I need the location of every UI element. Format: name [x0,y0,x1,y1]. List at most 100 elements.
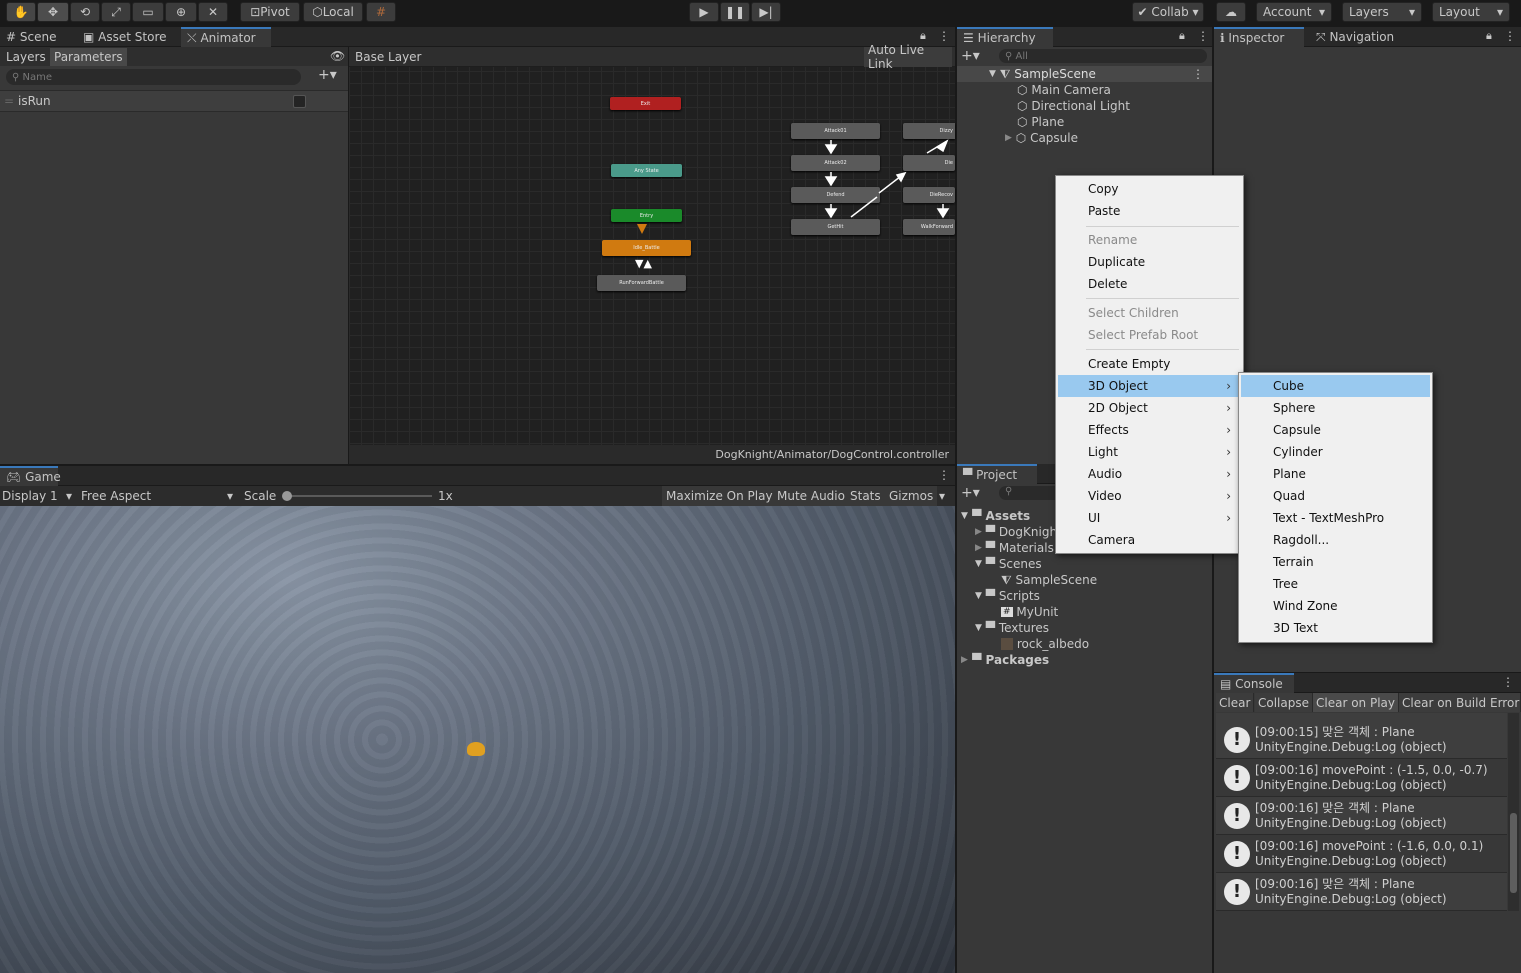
project-folder[interactable]: ▼ ▀ Scenes [957,556,1042,572]
hierarchy-item[interactable]: ▶ ⬡ Capsule [957,130,1078,146]
aspect-dropdown[interactable]: Free Aspect ▾ [78,486,235,506]
menu-item-effects[interactable]: Effects › [1058,419,1241,441]
step-button[interactable]: ▶| [751,2,781,22]
more-menu-icon[interactable]: ⋮ [1192,67,1204,81]
cloud-icon[interactable]: ☁ [1216,2,1246,22]
more-menu-icon[interactable]: ⋮ [938,29,950,43]
submenu-item-quad[interactable]: Quad [1241,485,1430,507]
menu-item-create-empty[interactable]: Create Empty [1058,353,1241,375]
log-entry[interactable]: ! [09:00:16] 맞은 객체 : Plane UnityEngine.Deb… [1216,797,1507,835]
stats-button[interactable]: Stats [846,486,885,506]
console-scrollbar-thumb[interactable] [1510,813,1517,893]
project-folder[interactable]: ▶ ▀ Packages [957,652,1049,668]
layers-dropdown[interactable]: Layers ▾ [1342,2,1422,22]
submenu-item-cube[interactable]: Cube [1241,375,1430,397]
more-menu-icon[interactable]: ⋮ [1504,29,1516,43]
menu-item-paste[interactable]: Paste [1058,200,1241,222]
submenu-item-terrain[interactable]: Terrain [1241,551,1430,573]
console-clear-button[interactable]: Clear [1216,693,1255,712]
submenu-item-3d-text[interactable]: 3D Text [1241,617,1430,639]
menu-item-light[interactable]: Light › [1058,441,1241,463]
layout-dropdown[interactable]: Layout ▾ [1432,2,1510,22]
tab-console[interactable]: ▤ Console [1214,673,1294,693]
submenu-item-textmeshpro[interactable]: Text - TextMeshPro [1241,507,1430,529]
submenu-item-tree[interactable]: Tree [1241,573,1430,595]
param-search-input[interactable]: ⚲ Name [6,69,301,85]
tab-scene[interactable]: # Scene [0,27,62,47]
collab-button[interactable]: ✔ Collab ▾ [1132,2,1204,22]
game-viewport[interactable] [0,506,955,973]
menu-item-delete[interactable]: Delete [1058,273,1241,295]
tab-hierarchy[interactable]: ☰ Hierarchy [957,27,1053,47]
project-file[interactable]: ⧨ SampleScene [957,572,1097,588]
gizmos-button[interactable]: Gizmos [885,486,938,506]
maximize-on-play-button[interactable]: Maximize On Play [662,486,777,506]
local-button[interactable]: ⬡ Local [303,2,363,22]
rect-tool-icon[interactable]: ▭ [132,2,164,22]
menu-item-ui[interactable]: UI › [1058,507,1241,529]
tab-inspector[interactable]: ℹ Inspector [1214,27,1304,47]
hierarchy-item[interactable]: ⬡ Main Camera [957,82,1111,98]
menu-item-3d-object[interactable]: 3D Object › [1058,375,1241,397]
project-folder[interactable]: ▶ ▀ Materials [957,540,1054,556]
account-dropdown[interactable]: Account ▾ [1256,2,1332,22]
console-error-pause-button[interactable]: Error [1487,693,1521,712]
scale-slider-track[interactable] [286,495,432,497]
menu-item-2d-object[interactable]: 2D Object › [1058,397,1241,419]
log-entry[interactable]: ! [09:00:16] 맞은 객체 : Plane UnityEngine.Deb… [1216,873,1507,911]
project-file[interactable]: # MyUnit [957,604,1058,620]
tab-layers[interactable]: Layers [2,48,50,66]
pause-button[interactable]: ❚❚ [720,2,750,22]
submenu-item-ragdoll[interactable]: Ragdoll... [1241,529,1430,551]
transform-tool-icon[interactable]: ⊕ [165,2,197,22]
lock-icon[interactable]: 🔒︎ [1486,29,1492,43]
hierarchy-search-input[interactable]: ⚲ All [999,49,1207,63]
menu-item-copy[interactable]: Copy [1058,178,1241,200]
tab-animator[interactable]: ⤬ Animator [181,27,271,47]
play-button[interactable]: ▶ [689,2,719,22]
menu-item-audio[interactable]: Audio › [1058,463,1241,485]
grid-snap-icon[interactable]: # [366,2,396,22]
tab-parameters[interactable]: Parameters [50,48,127,66]
display-dropdown[interactable]: Display 1 ▾ [0,486,74,506]
eye-icon[interactable]: 👁︎ [330,49,345,63]
project-folder[interactable]: ▼ ▀ Textures [957,620,1049,636]
console-scrollbar[interactable] [1508,713,1519,911]
console-clear-on-build-button[interactable]: Clear on Build [1399,693,1491,712]
menu-item-video[interactable]: Video › [1058,485,1241,507]
hierarchy-item[interactable]: ⬡ Directional Light [957,98,1130,114]
project-folder[interactable]: ▼ ▀ Scripts [957,588,1040,604]
project-folder[interactable]: ▶ ▀ DogKnight [957,524,1062,540]
submenu-item-capsule[interactable]: Capsule [1241,419,1430,441]
tab-navigation[interactable]: ⤧ Navigation [1310,27,1400,47]
console-clear-on-play-button[interactable]: Clear on Play [1313,693,1399,712]
scale-slider-thumb[interactable] [282,491,292,501]
scale-tool-icon[interactable]: ⤢ [101,2,131,22]
project-file[interactable]: rock_albedo [957,636,1089,652]
add-param-button[interactable]: +▾ [318,67,337,83]
tab-project[interactable]: ▀ Project [957,464,1037,484]
rotate-tool-icon[interactable]: ⟲ [70,2,100,22]
more-menu-icon[interactable]: ⋮ [938,468,950,482]
tab-asset-store[interactable]: ▣ Asset Store [77,27,173,47]
tab-game[interactable]: 🎮︎ Game [0,466,61,486]
log-entry[interactable]: ! [09:00:15] 맞은 객체 : Plane UnityEngine.Deb… [1216,721,1507,759]
hand-tool-icon[interactable]: ✋ [6,2,36,22]
more-menu-icon[interactable]: ⋮ [1197,29,1209,43]
param-checkbox[interactable] [293,95,306,108]
log-entry[interactable]: ! [09:00:16] movePoint : (-1.6, 0.0, 0.1)… [1216,835,1507,873]
menu-item-duplicate[interactable]: Duplicate [1058,251,1241,273]
menu-item-camera[interactable]: Camera [1058,529,1241,551]
project-folder[interactable]: ▼ ▀ Assets [957,508,1030,524]
add-object-button[interactable]: +▾ [961,48,980,64]
lock-icon[interactable]: 🔒︎ [1179,29,1185,43]
hierarchy-item[interactable]: ⬡ Plane [957,114,1064,130]
submenu-item-sphere[interactable]: Sphere [1241,397,1430,419]
animator-graph[interactable]: Base Layer Auto Live Link Exit Any State… [349,43,955,464]
lock-icon[interactable]: 🔒︎ [920,29,926,43]
pivot-button[interactable]: ⊡ Pivot [240,2,300,22]
more-menu-icon[interactable]: ⋮ [1502,675,1514,689]
param-row[interactable]: = isRun [0,90,348,112]
mute-audio-button[interactable]: Mute Audio [773,486,849,506]
submenu-item-plane[interactable]: Plane [1241,463,1430,485]
